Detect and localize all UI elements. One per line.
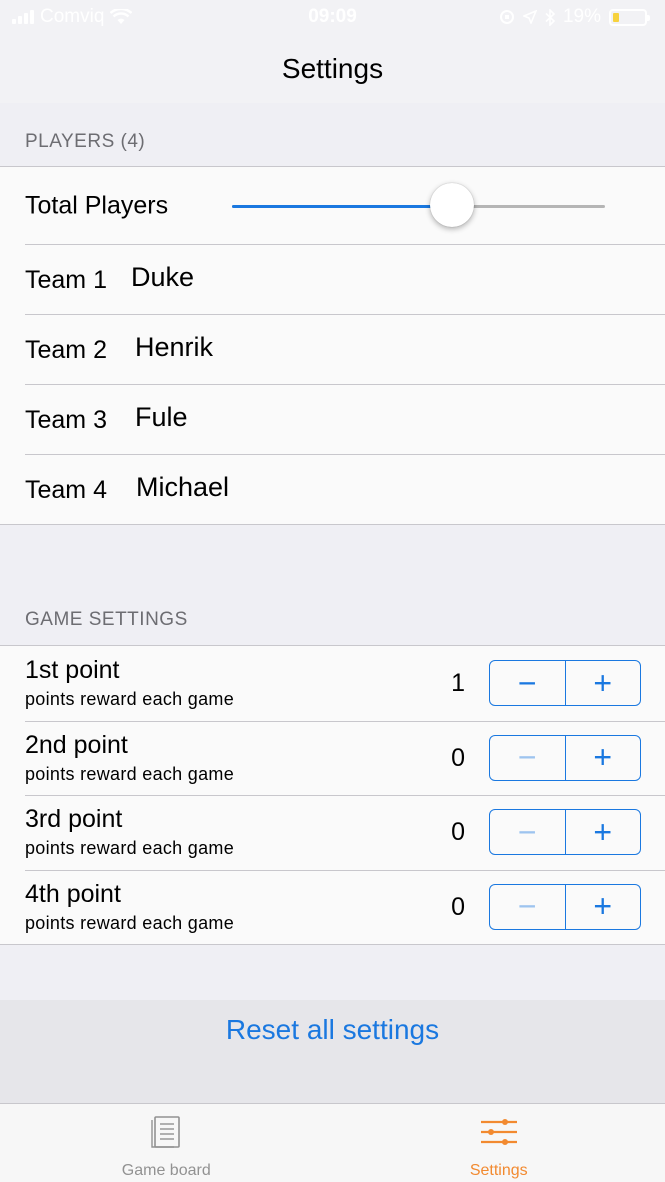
game-settings-group: 1st point points reward each game 1 − + … [0, 645, 665, 945]
tab-settings[interactable]: Settings [333, 1104, 665, 1182]
reset-all-settings-button[interactable]: Reset all settings [0, 1000, 665, 1104]
point-value: 0 [451, 892, 465, 921]
team-name-field[interactable]: Michael [136, 472, 229, 503]
status-right: 19% [499, 6, 650, 28]
point-subtitle: points reward each game [25, 763, 235, 784]
total-players-row: Total Players [0, 167, 665, 244]
players-section-header: PLAYERS (4) [25, 131, 146, 152]
tab-label: Settings [469, 1162, 528, 1179]
slider-fill [232, 205, 453, 208]
team-row[interactable]: Team 4 Michael [0, 454, 665, 524]
decrement-button[interactable]: − [490, 885, 565, 929]
point-value: 1 [451, 669, 465, 697]
battery-icon [609, 8, 650, 26]
status-bar: Comviq 09:09 19% [0, 0, 665, 34]
point-stepper: − + [489, 734, 641, 781]
sliders-icon [480, 1119, 517, 1145]
team-row[interactable]: Team 2 Henrik [0, 314, 665, 384]
team-label: Team 2 [25, 336, 107, 364]
navigation-bar: Settings [0, 34, 665, 103]
reset-label: Reset all settings [225, 1014, 440, 1045]
point-setting-row: 1st point points reward each game 1 − + [0, 646, 665, 721]
team-row[interactable]: Team 3 Fule [0, 384, 665, 454]
battery-percent: 19% [562, 6, 601, 27]
decrement-button[interactable]: − [490, 810, 565, 854]
team-name-field[interactable]: Henrik [135, 332, 213, 363]
point-subtitle: points reward each game [25, 912, 235, 933]
team-name-field[interactable]: Duke [131, 262, 194, 293]
decrement-button[interactable]: − [490, 661, 565, 705]
increment-button[interactable]: + [564, 735, 641, 780]
increment-button[interactable]: + [564, 810, 641, 854]
increment-button[interactable]: + [564, 661, 641, 705]
team-label: Team 1 [25, 266, 107, 294]
point-title: 1st point [25, 656, 120, 684]
rotation-lock-icon [499, 10, 514, 24]
point-stepper: − + [489, 809, 641, 855]
point-setting-row: 4th point points reward each game 0 − + [0, 869, 665, 945]
point-subtitle: points reward each game [25, 838, 235, 858]
point-stepper: − + [489, 660, 641, 706]
location-icon [522, 10, 537, 24]
tab-label: Game board [121, 1162, 211, 1179]
point-stepper: − + [489, 883, 641, 930]
increment-button[interactable]: + [564, 884, 641, 929]
decrement-button[interactable]: − [490, 736, 565, 780]
point-title: 2nd point [25, 730, 128, 759]
bluetooth-icon [545, 8, 555, 26]
game-settings-section-header: GAME SETTINGS [25, 609, 188, 630]
document-icon [151, 1116, 181, 1148]
point-title: 3rd point [25, 805, 123, 833]
team-name-field[interactable]: Fule [135, 402, 188, 433]
point-setting-row: 3rd point points reward each game 0 − + [0, 795, 665, 870]
point-value: 0 [451, 743, 465, 772]
point-subtitle: points reward each game [25, 689, 235, 709]
team-label: Team 3 [25, 406, 107, 434]
point-title: 4th point [25, 879, 121, 908]
point-setting-row: 2nd point points reward each game 0 − + [0, 720, 665, 796]
tab-bar: Game board Settings [0, 1103, 665, 1182]
total-players-label: Total Players [25, 191, 169, 219]
slider-thumb[interactable] [430, 183, 475, 227]
team-label: Team 4 [25, 476, 107, 504]
players-group: Total Players Team 1 Duke Team 2 Henrik … [0, 166, 665, 525]
team-row[interactable]: Team 1 Duke [0, 244, 665, 314]
tab-game-board[interactable]: Game board [0, 1104, 333, 1182]
page-title: Settings [281, 52, 384, 84]
point-value: 0 [451, 818, 465, 846]
total-players-slider[interactable] [232, 205, 605, 208]
